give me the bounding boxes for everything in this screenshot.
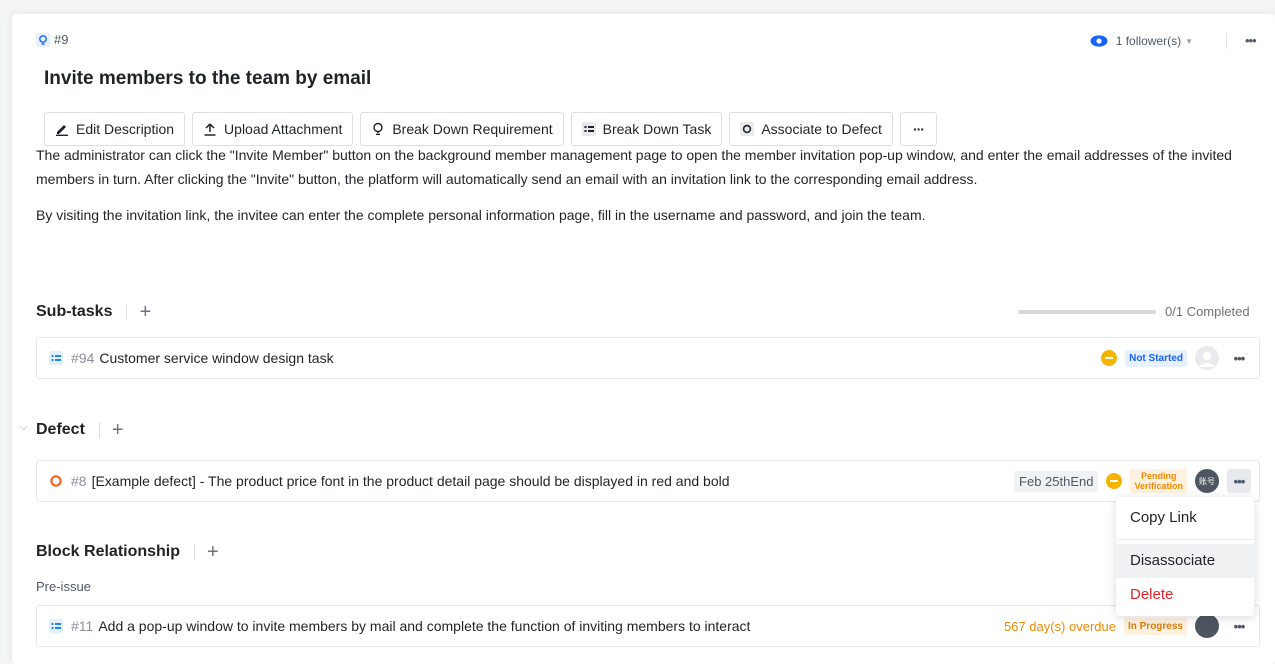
overdue-text: 567 day(s) overdue	[1003, 618, 1116, 634]
issue-title: Invite members to the team by email	[44, 68, 372, 89]
row-context-menu: Copy Link Disassociate Delete	[1116, 497, 1254, 616]
due-date[interactable]: Feb 25thEnd	[1014, 470, 1099, 492]
break-down-requirement-button[interactable]: Break Down Requirement	[360, 112, 564, 146]
disassociate-menu-item[interactable]: Disassociate	[1116, 544, 1254, 578]
pre-issue-label: Pre-issue	[36, 579, 91, 594]
pencil-icon	[56, 125, 68, 136]
subtasks-heading: Sub-tasks	[36, 303, 113, 320]
header-more-button[interactable]: •••	[1245, 33, 1257, 48]
chevron-down-icon: ▼	[1185, 36, 1193, 46]
followers-count: 1 follower(s)	[1115, 34, 1182, 48]
associate-to-defect-label: Associate to Defect	[761, 121, 882, 137]
task-icon	[49, 351, 63, 365]
requirement-icon	[36, 32, 50, 47]
upload-attachment-label: Upload Attachment	[224, 121, 343, 137]
task-list-icon	[581, 122, 596, 136]
subtasks-progress: 0/1 Completed	[1018, 304, 1250, 319]
subtask-title[interactable]: Customer service window design task	[99, 350, 333, 366]
block-row[interactable]: #11 Add a pop-up window to invite member…	[36, 605, 1260, 647]
heading-divider	[126, 304, 128, 320]
menu-divider	[1116, 539, 1254, 540]
defect-header: Defect +	[36, 420, 124, 440]
status-line-1: Pending	[1140, 471, 1177, 481]
heading-divider	[98, 422, 100, 438]
status-badge[interactable]: In Progress	[1123, 617, 1187, 635]
avatar[interactable]: 账号	[1195, 469, 1219, 493]
progress-bar	[1018, 309, 1156, 314]
add-block-relationship-button[interactable]: +	[207, 542, 219, 562]
defect-icon	[50, 475, 62, 487]
edit-description-button[interactable]: Edit Description	[44, 112, 186, 146]
status-line-2: Verification	[1134, 481, 1183, 491]
defect-heading[interactable]: Defect	[36, 421, 85, 439]
issue-id: #9	[36, 32, 68, 47]
copy-link-menu-item[interactable]: Copy Link	[1116, 501, 1254, 535]
break-down-task-label: Break Down Task	[602, 121, 712, 137]
status-badge[interactable]: Pending Verification	[1130, 469, 1187, 493]
block-issue-id: #11	[71, 618, 94, 634]
followers-dropdown[interactable]: 1 follower(s) ▼	[1090, 34, 1193, 48]
progress-text: 0/1 Completed	[1165, 304, 1250, 319]
task-icon	[49, 619, 63, 633]
defect-row[interactable]: #8 [Example defect] - The product price …	[36, 460, 1260, 502]
row-more-button[interactable]: •••	[1227, 614, 1251, 638]
associate-to-defect-button[interactable]: Associate to Defect	[729, 112, 893, 146]
add-subtask-button[interactable]: +	[139, 302, 151, 322]
toolbar-more-button[interactable]: ···	[899, 112, 937, 146]
collapse-caret-icon[interactable]: ⌵	[20, 422, 28, 433]
status-badge[interactable]: Not Started	[1125, 349, 1187, 367]
action-toolbar: Edit Description Upload Attachment Break…	[44, 112, 937, 146]
defect-id: #8	[71, 473, 87, 489]
eye-icon	[1090, 35, 1108, 47]
description: The administrator can click the "Invite …	[36, 150, 1256, 252]
block-issue-title[interactable]: Add a pop-up window to invite members by…	[98, 618, 750, 634]
break-down-requirement-label: Break Down Requirement	[392, 121, 553, 137]
row-more-button[interactable]: •••	[1227, 469, 1251, 493]
break-down-task-button[interactable]: Break Down Task	[570, 112, 723, 146]
defect-meta: Feb 25thEnd Pending Verification 账号 •••	[1014, 461, 1251, 501]
description-paragraph-2: By visiting the invitation link, the inv…	[36, 207, 926, 223]
upload-attachment-button[interactable]: Upload Attachment	[192, 112, 354, 146]
defect-icon	[740, 122, 755, 136]
block-relationship-header: Block Relationship +	[36, 542, 219, 562]
issue-id-text: #9	[54, 32, 69, 47]
defect-title[interactable]: [Example defect] - The product price fon…	[92, 473, 730, 489]
add-defect-button[interactable]: +	[112, 420, 124, 440]
header-divider	[1226, 33, 1227, 49]
block-relationship-heading: Block Relationship	[36, 543, 181, 560]
priority-icon[interactable]	[1106, 473, 1123, 489]
delete-menu-item[interactable]: Delete	[1116, 578, 1254, 612]
description-paragraph-1: The administrator can click the "Invite …	[36, 150, 1232, 187]
lightbulb-icon	[373, 122, 384, 136]
priority-icon[interactable]	[1101, 350, 1118, 366]
avatar[interactable]	[1195, 614, 1219, 638]
user-placeholder-icon	[1199, 352, 1215, 367]
upload-icon	[204, 123, 216, 136]
subtask-id: #94	[71, 350, 95, 366]
subtask-meta: Not Started •••	[1101, 338, 1251, 378]
avatar[interactable]	[1195, 346, 1219, 370]
subtask-row[interactable]: #94 Customer service window design task …	[36, 337, 1260, 379]
row-more-button[interactable]: •••	[1227, 346, 1251, 370]
subtasks-header: Sub-tasks +	[36, 302, 151, 322]
edit-description-label: Edit Description	[76, 121, 175, 137]
heading-divider	[194, 544, 196, 560]
